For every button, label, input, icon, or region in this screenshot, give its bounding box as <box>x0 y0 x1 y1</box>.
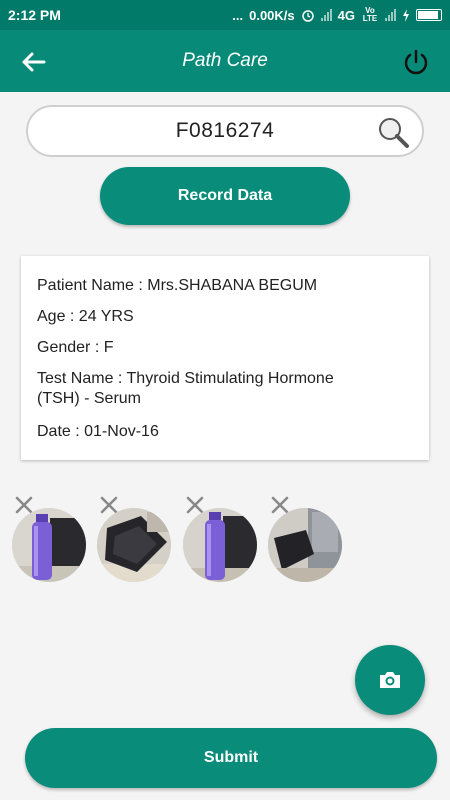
search-value[interactable]: F0816274 <box>176 119 275 143</box>
app-title: Path Care <box>182 50 268 71</box>
photo-thumbnail[interactable] <box>268 508 342 582</box>
test-name: Test Name : Thyroid Stimulating Hormone … <box>37 369 413 409</box>
signal-icon <box>320 9 332 21</box>
patient-age: Age : 24 YRS <box>37 308 134 325</box>
camera-button[interactable] <box>355 645 425 715</box>
status-dots: ... <box>232 7 244 23</box>
test-name-line-1: Test Name : Thyroid Stimulating Hormone <box>37 370 334 387</box>
submit-button[interactable]: Submit <box>25 728 437 788</box>
alarm-icon <box>301 10 314 22</box>
signal-icon-2 <box>385 9 396 21</box>
record-data-button[interactable]: Record Data <box>100 167 350 225</box>
network-type: 4G <box>337 7 355 23</box>
battery-icon <box>416 9 442 21</box>
search-input[interactable]: F0816274 <box>26 105 424 157</box>
photo-thumbnail[interactable] <box>97 508 171 582</box>
app-bar: Path Care <box>0 30 450 92</box>
photo-thumbnail[interactable] <box>183 508 257 582</box>
arrow-left-icon[interactable] <box>18 46 50 78</box>
charging-icon <box>403 8 409 22</box>
patient-gender: Gender : F <box>37 339 114 356</box>
patient-info-card: Patient Name : Mrs.SHABANA BEGUM Age : 2… <box>21 256 429 460</box>
test-date: Date : 01-Nov-16 <box>37 423 159 440</box>
photo-thumbnail[interactable] <box>12 508 86 582</box>
camera-icon <box>380 672 400 688</box>
power-icon[interactable] <box>400 46 432 78</box>
magnifier-icon[interactable] <box>376 115 410 149</box>
photo-thumbnails <box>0 494 450 594</box>
network-speed: 0.00K/s <box>249 7 295 23</box>
status-time: 2:12 PM <box>8 7 61 23</box>
status-bar: 2:12 PM ... 0.00K/s 4G Vo LTE <box>0 0 450 30</box>
patient-name: Patient Name : Mrs.SHABANA BEGUM <box>37 277 318 294</box>
test-name-line-2: (TSH) - Serum <box>37 390 141 407</box>
volte-label: Vo LTE <box>362 6 378 23</box>
status-indicators: ... 0.00K/s 4G Vo LTE <box>232 7 442 23</box>
